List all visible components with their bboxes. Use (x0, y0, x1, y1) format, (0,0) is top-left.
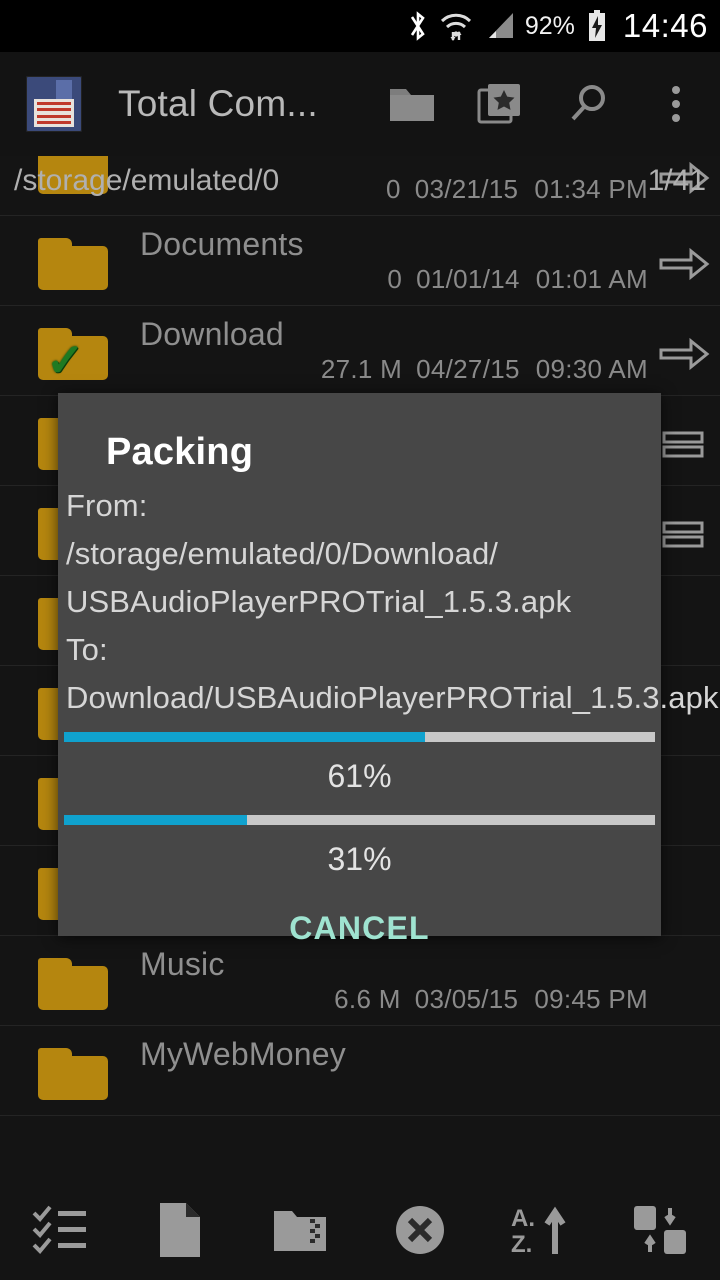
zip-folder-icon[interactable] (245, 1180, 355, 1280)
folder-icon (38, 1048, 108, 1100)
bluetooth-icon (407, 9, 429, 43)
sort-az-ascending-icon[interactable]: A. Z. (485, 1180, 595, 1280)
progress-section: 61% 31% (58, 732, 661, 888)
packing-progress-dialog: Packing From: /storage/emulated/0/Downlo… (58, 393, 719, 946)
floppy-disk-icon[interactable] (26, 76, 82, 132)
equals-icon[interactable] (656, 512, 712, 556)
wifi-icon (439, 10, 473, 42)
table-row[interactable]: 0 03/21/15 01:34 PM (0, 156, 720, 216)
bottom-toolbar: A. Z. (0, 1180, 720, 1280)
search-icon[interactable] (544, 52, 632, 156)
file-name: Documents (140, 226, 304, 262)
file-meta: 0 01/01/14 01:01 AM (318, 264, 648, 295)
to-path: Download/USBAudioPlayerPROTrial_1.5.3.ap… (66, 680, 719, 715)
file-time: 01:34 PM (534, 174, 648, 204)
swap-panels-icon[interactable] (605, 1180, 715, 1280)
dialog-body: From: /storage/emulated/0/Download/ USBA… (58, 474, 719, 722)
svg-text:Z.: Z. (511, 1231, 532, 1258)
file-time: 09:45 PM (534, 984, 648, 1014)
file-date: 04/27/15 (416, 354, 520, 384)
file-meta: 6.6 M 03/05/15 09:45 PM (317, 984, 648, 1015)
arrow-right-icon[interactable] (656, 156, 712, 200)
file-progress-label: 31% (327, 841, 392, 877)
app-bar-actions (368, 52, 720, 156)
file-name: Download (140, 316, 284, 352)
file-progress-fill (64, 815, 248, 825)
file-time: 01:01 AM (535, 264, 648, 294)
equals-icon[interactable] (656, 422, 712, 466)
file-date: 03/05/15 (414, 984, 519, 1014)
file-size: 0 (387, 264, 403, 294)
battery-charging-icon (585, 9, 609, 43)
overall-progress-bar (64, 732, 655, 742)
folder-icon (38, 156, 108, 194)
bookmarks-star-icon[interactable] (456, 52, 544, 156)
file-progress-bar (64, 815, 655, 825)
file-size: 6.6 M (334, 984, 401, 1014)
arrow-right-icon[interactable] (656, 332, 712, 376)
overall-progress-fill (64, 732, 425, 742)
status-bar: 92% 14:46 (0, 0, 720, 52)
from-label: From: (66, 488, 148, 523)
file-time: 09:30 AM (535, 354, 648, 384)
from-file: USBAudioPlayerPROTrial_1.5.3.apk (66, 584, 572, 619)
table-row[interactable]: ✓ Download 27.1 M 04/27/15 09:30 AM (0, 306, 720, 396)
table-row[interactable]: Documents 0 01/01/14 01:01 AM (0, 216, 720, 306)
file-meta: 27.1 M 04/27/15 09:30 AM (318, 354, 648, 385)
arrow-right-icon[interactable] (656, 242, 712, 286)
table-row[interactable]: MyWebMoney (0, 1026, 720, 1116)
overall-progress-label: 61% (327, 758, 392, 794)
folder-icon: ✓ (38, 328, 108, 386)
folder-icon[interactable] (368, 52, 456, 156)
cancel-button[interactable]: CANCEL (58, 888, 661, 947)
file-size: 27.1 M (320, 354, 403, 384)
select-all-checklist-icon[interactable] (5, 1180, 115, 1280)
table-row[interactable]: Music 6.6 M 03/05/15 09:45 PM (0, 936, 720, 1026)
phone-screen: 92% 14:46 Total Com... 0 03/21/15 01:34 … (0, 0, 720, 1280)
new-file-icon[interactable] (125, 1180, 235, 1280)
folder-icon (38, 958, 108, 1010)
dialog-title: Packing (106, 431, 254, 473)
file-name: MyWebMoney (140, 1036, 346, 1072)
file-name: Music (140, 946, 225, 982)
close-circle-icon[interactable] (365, 1180, 475, 1280)
signal-icon (483, 11, 515, 41)
svg-text:A.: A. (511, 1205, 535, 1232)
clock-label: 14:46 (622, 7, 708, 44)
app-bar: Total Com... (0, 52, 720, 156)
from-path: /storage/emulated/0/Download/ (66, 536, 498, 571)
selected-check-icon: ✓ (46, 334, 85, 386)
file-meta: 0 03/21/15 01:34 PM (317, 174, 648, 205)
overflow-menu-icon[interactable] (632, 52, 720, 156)
file-size: 0 (385, 174, 401, 204)
folder-icon (38, 238, 108, 290)
file-date: 01/01/14 (416, 264, 520, 294)
to-label: To: (66, 632, 108, 667)
file-date: 03/21/15 (414, 174, 519, 204)
battery-percent-label: 92% (524, 11, 575, 40)
page-title: Total Com... (118, 83, 318, 124)
